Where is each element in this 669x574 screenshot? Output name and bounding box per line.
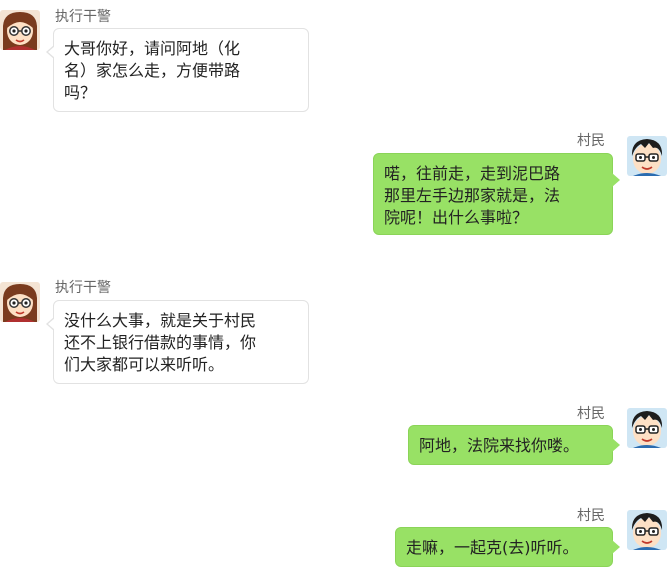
chat-message-2: 村民 喏，往前走，走到泥巴路 那里左手边那家就是，法 院呢！出什么事啦？ <box>0 128 669 238</box>
message-bubble[interactable]: 喏，往前走，走到泥巴路 那里左手边那家就是，法 院呢！出什么事啦？ <box>373 153 613 235</box>
girl-with-glasses-icon <box>0 282 40 322</box>
boy-with-glasses-icon <box>627 408 667 448</box>
bubble-tail-fill <box>48 46 55 58</box>
chat-message-1: 执行干警 大哥你好，请问阿地（化 名）家怎么走，方便带路 吗？ <box>0 0 669 120</box>
girl-with-glasses-icon <box>0 10 40 50</box>
message-bubble[interactable]: 大哥你好，请问阿地（化 名）家怎么走，方便带路 吗？ <box>53 28 309 112</box>
officer-avatar[interactable] <box>0 282 40 322</box>
chat-message-5: 村民 走嘛，一起克(去)听听。 <box>0 502 669 572</box>
boy-with-glasses-icon <box>627 136 667 176</box>
chat-message-4: 村民 阿地，法院来找你喽。 <box>0 400 669 470</box>
sender-name: 执行干警 <box>55 9 111 25</box>
boy-with-glasses-icon <box>627 510 667 550</box>
message-bubble[interactable]: 没什么大事，就是关于村民 还不上银行借款的事情，你 们大家都可以来听听。 <box>53 300 309 384</box>
bubble-tail-fill <box>48 318 55 330</box>
sender-name: 执行干警 <box>55 280 111 296</box>
message-bubble[interactable]: 走嘛，一起克(去)听听。 <box>395 527 613 567</box>
villager-avatar[interactable] <box>627 510 667 550</box>
bubble-tail <box>612 540 620 554</box>
sender-name: 村民 <box>577 406 605 422</box>
villager-avatar[interactable] <box>627 136 667 176</box>
bubble-tail <box>612 173 620 187</box>
message-bubble[interactable]: 阿地，法院来找你喽。 <box>408 425 613 465</box>
sender-name: 村民 <box>577 133 605 149</box>
chat-message-3: 执行干警 没什么大事，就是关于村民 还不上银行借款的事情，你 们大家都可以来听听… <box>0 272 669 392</box>
officer-avatar[interactable] <box>0 10 40 50</box>
sender-name: 村民 <box>577 508 605 524</box>
villager-avatar[interactable] <box>627 408 667 448</box>
bubble-tail <box>612 438 620 452</box>
